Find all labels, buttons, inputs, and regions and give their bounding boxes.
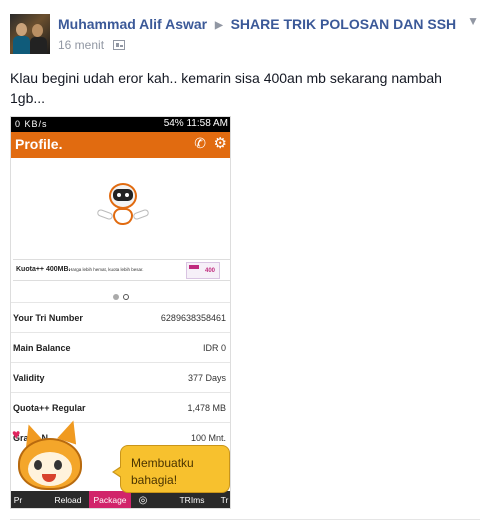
app-bar: Profile. ✆ ⚙ (11, 132, 230, 158)
sticker-speech-bubble: Membuatku bahagia! (112, 445, 230, 493)
list-item: Main Balance IDR 0 (11, 332, 230, 362)
nav-item-tr: Tr (220, 495, 229, 505)
author-name-link[interactable]: Muhammad Alif Aswar (58, 16, 207, 32)
settings-gear-icon: ⚙ (213, 135, 227, 152)
nav-item-trims: TRIms (179, 495, 205, 505)
chevron-down-icon[interactable]: ▼ (467, 14, 479, 28)
row-value: 377 Days (187, 373, 226, 383)
bubble-line-1: Membuatku (131, 456, 194, 470)
row-label: Validity (13, 373, 45, 383)
privacy-group-icon[interactable] (113, 40, 126, 50)
row-value: 1,478 MB (187, 403, 226, 413)
status-right: 54% 11:58 AM (163, 118, 228, 129)
promo-banner: Kuota++ 400MB. Harga lebih hemat, kuota … (13, 259, 230, 281)
arrow-right-icon: ▶ (215, 20, 223, 31)
banner-subtitle: Harga lebih hemat, kuota lebih besar. (69, 267, 144, 272)
carousel-dots (112, 294, 132, 300)
divider (10, 519, 480, 520)
nav-item-package: Package (89, 491, 131, 508)
app-title: Profile. (15, 136, 63, 152)
row-value: 6289638358461 (160, 313, 226, 323)
banner-title: Kuota++ 400MB. (16, 266, 71, 273)
post-meta: 16 menit (58, 38, 126, 52)
group-name-link[interactable]: SHARE TRIK POLOSAN DAN SSH (231, 16, 457, 32)
row-label: Main Balance (13, 343, 71, 353)
row-label: Your Tri Number (13, 313, 83, 323)
row-value: IDR 0 (202, 343, 226, 353)
bubble-line-2: bahagia! (131, 473, 178, 487)
heart-icon: ♥ (12, 426, 21, 442)
banner-promo-image: 400 (186, 262, 220, 279)
swirl-icon: ◎ (138, 495, 148, 506)
list-item: Validity 377 Days (11, 362, 230, 392)
phone-call-icon: ✆ (194, 135, 206, 151)
banner-promo-number: 400 (204, 268, 215, 274)
status-left: 0 KB/s (15, 119, 48, 129)
row-value: 100 Mnt. (190, 433, 226, 443)
row-label: Quota++ Regular (13, 403, 86, 413)
post-timestamp[interactable]: 16 menit (58, 38, 104, 52)
facebook-post: Muhammad Alif Aswar ▶ SHARE TRIK POLOSAN… (0, 0, 489, 523)
list-item: Your Tri Number 6289638358461 (11, 302, 230, 332)
post-header: Muhammad Alif Aswar ▶ SHARE TRIK POLOSAN… (58, 16, 456, 32)
author-avatar[interactable] (10, 14, 50, 54)
robot-mascot-image (93, 181, 153, 229)
cat-sticker-image: ♥ (10, 417, 90, 500)
post-text: Klau begini udah eror kah.. kemarin sisa… (10, 70, 442, 106)
status-bar: 0 KB/s 54% 11:58 AM (11, 117, 230, 132)
